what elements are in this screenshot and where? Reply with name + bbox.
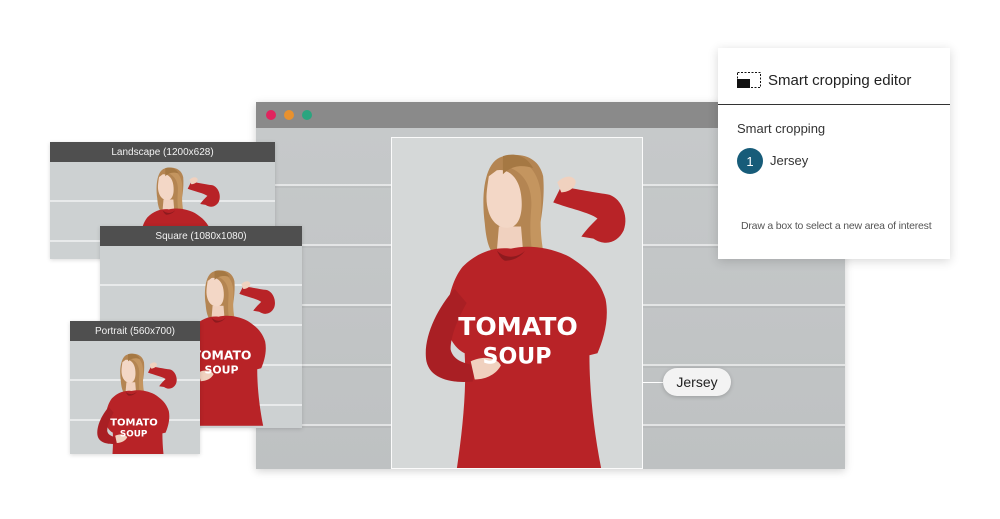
svg-text:TOMATO: TOMATO	[110, 417, 158, 428]
window-close-dot[interactable]	[266, 110, 276, 120]
area-index-badge[interactable]: 1	[737, 148, 763, 174]
model-photo: TOMATO SOUP	[392, 138, 643, 469]
window-maximize-dot[interactable]	[302, 110, 312, 120]
smart-cropping-editor-panel: Smart cropping editor Smart cropping 1 J…	[718, 48, 950, 259]
svg-text:SOUP: SOUP	[205, 363, 239, 376]
crop-frame-icon	[737, 72, 761, 88]
area-label-jersey[interactable]: Jersey	[770, 153, 808, 168]
annotation-label-jersey[interactable]: Jersey	[663, 368, 731, 396]
thumbnail-label: Landscape (1200x628)	[50, 142, 275, 162]
thumbnail-portrait[interactable]: Portrait (560x700) TOMATO SOUP	[70, 321, 200, 454]
thumbnail-label: Square (1080x1080)	[100, 226, 302, 246]
panel-header: Smart cropping editor	[718, 48, 950, 105]
shirt-text-line1: TOMATO	[458, 312, 578, 341]
section-title: Smart cropping	[737, 121, 826, 136]
thumbnail-label: Portrait (560x700)	[70, 321, 200, 341]
model-photo: TOMATO SOUP	[84, 347, 184, 454]
svg-text:TOMATO: TOMATO	[193, 347, 252, 362]
svg-text:SOUP: SOUP	[120, 430, 148, 440]
shirt-text-line2: SOUP	[483, 343, 552, 369]
annotation-connector	[643, 382, 663, 383]
panel-title: Smart cropping editor	[768, 72, 912, 89]
window-minimize-dot[interactable]	[284, 110, 294, 120]
hint-text: Draw a box to select a new area of inter…	[741, 220, 932, 232]
crop-area-of-interest[interactable]: TOMATO SOUP	[391, 137, 643, 469]
